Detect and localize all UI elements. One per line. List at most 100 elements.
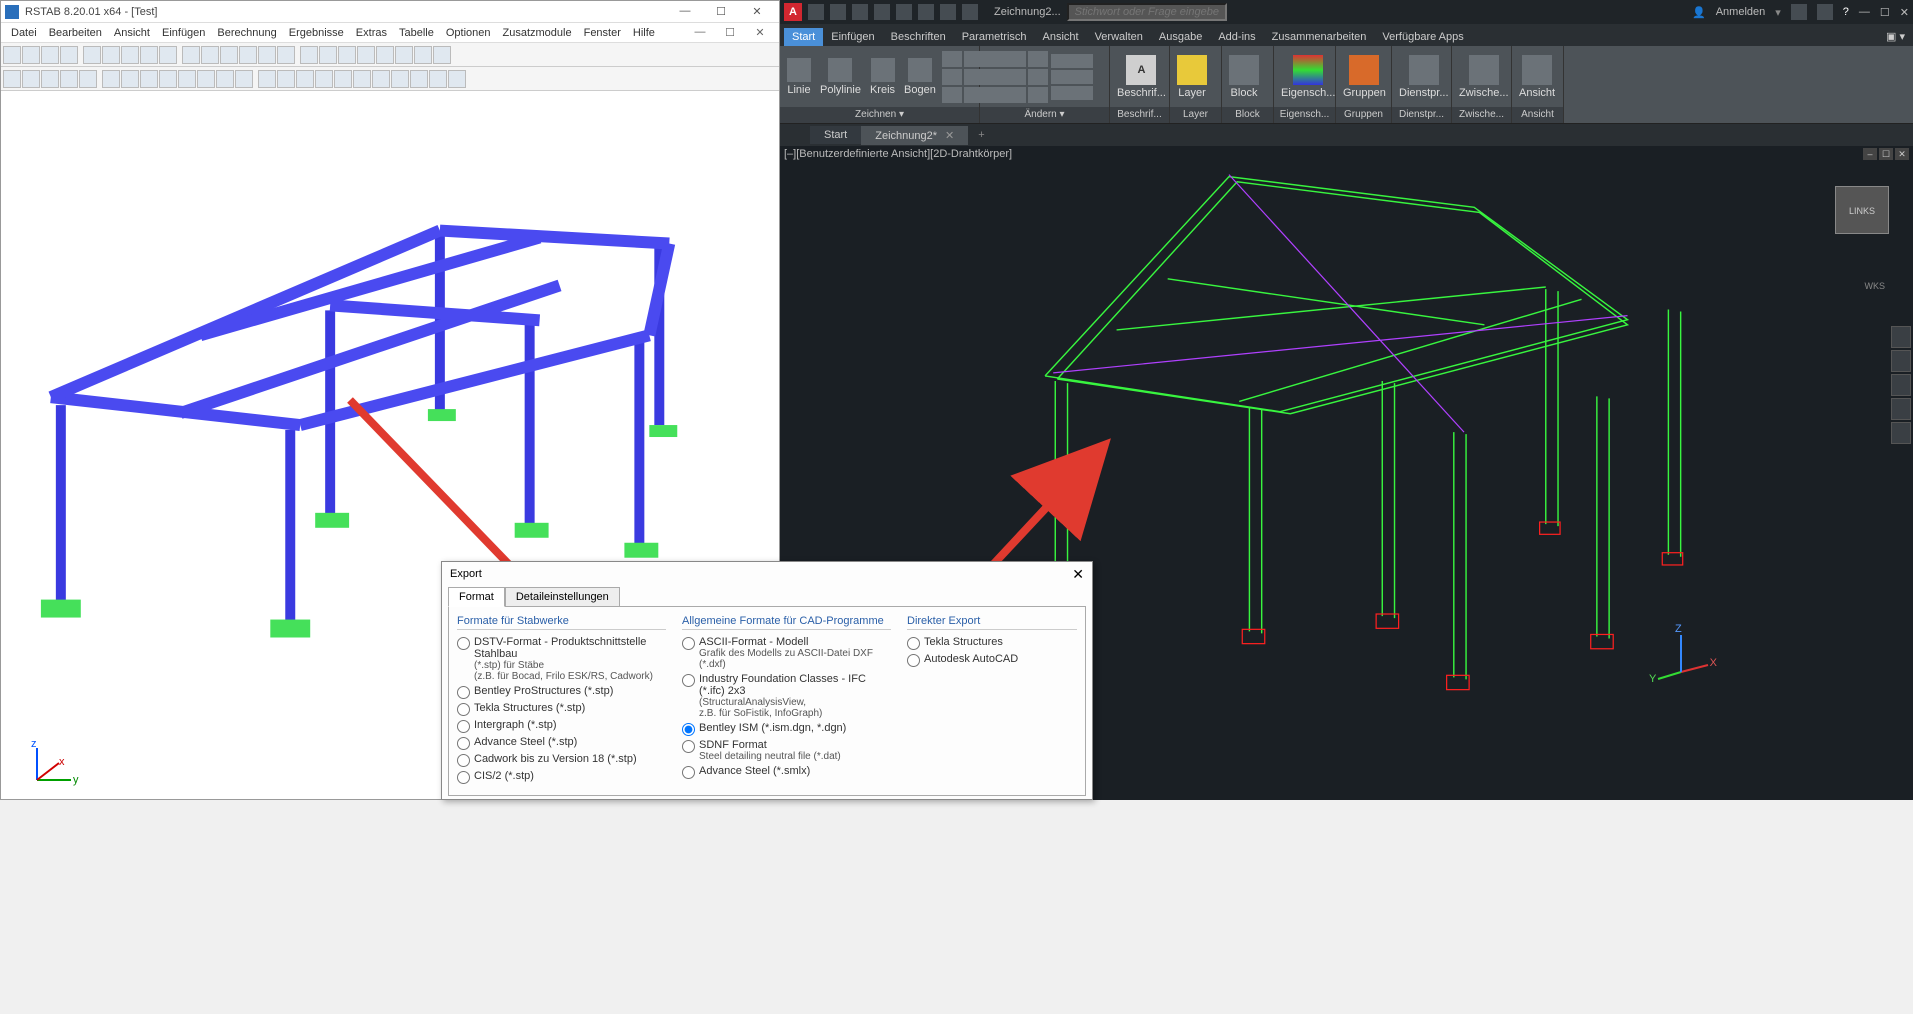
viewport-title[interactable]: [–][Benutzerdefinierte Ansicht][2D-Draht… (784, 148, 1012, 160)
tool-icon[interactable] (41, 46, 59, 64)
qat-icon[interactable] (874, 4, 890, 20)
btn-eigenschaften[interactable]: Eigensch... (1278, 55, 1338, 99)
panel-label[interactable]: Dienstpr... (1392, 107, 1451, 123)
panel-label[interactable]: Layer (1170, 107, 1221, 123)
qat-icon[interactable] (1817, 4, 1833, 20)
tool-icon[interactable] (216, 70, 234, 88)
filetab-start[interactable]: Start (810, 126, 861, 144)
filetab-zeichnung2[interactable]: Zeichnung2*✕ (861, 126, 968, 145)
autocad-logo-icon[interactable]: A (784, 3, 802, 21)
opt-cis2[interactable]: CIS/2 (*.stp) (457, 770, 666, 784)
btn-beschriften[interactable]: ABeschrif... (1114, 55, 1169, 99)
rstab-close[interactable]: ✕ (739, 5, 775, 18)
tool-icon[interactable] (296, 70, 314, 88)
ribtab-addins[interactable]: Add-ins (1210, 28, 1263, 46)
menu-zusatzmodule[interactable]: Zusatzmodule (497, 27, 578, 39)
radio-direct-tekla[interactable] (907, 637, 920, 650)
opt-tekla-stp[interactable]: Tekla Structures (*.stp) (457, 702, 666, 716)
ribtab-verwalten[interactable]: Verwalten (1087, 28, 1151, 46)
btn-layer[interactable]: Layer (1174, 55, 1210, 99)
tool-icon[interactable] (429, 70, 447, 88)
tool-icon[interactable] (201, 46, 219, 64)
ribtab-ansicht[interactable]: Ansicht (1035, 28, 1087, 46)
panel-label[interactable]: Beschrif... (1110, 107, 1169, 123)
tool-icon[interactable] (277, 70, 295, 88)
radio-tekla-stp[interactable] (457, 703, 470, 716)
opt-advance-steel-stp[interactable]: Advance Steel (*.stp) (457, 736, 666, 750)
panel-label[interactable]: Eigensch... (1274, 107, 1335, 123)
tool-icon[interactable] (102, 70, 120, 88)
radio-ifc[interactable] (682, 674, 695, 687)
radio-advance-steel[interactable] (457, 737, 470, 750)
qat-icon[interactable] (1791, 4, 1807, 20)
tool-icon[interactable] (376, 46, 394, 64)
vp-close[interactable]: ✕ (1895, 148, 1909, 160)
tool-icon[interactable] (334, 70, 352, 88)
tool-icon[interactable] (391, 70, 409, 88)
menu-einfuegen[interactable]: Einfügen (156, 27, 211, 39)
opt-direct-tekla[interactable]: Tekla Structures (907, 636, 1077, 650)
acad-help-search[interactable] (1067, 3, 1227, 21)
tool-icon[interactable] (22, 46, 40, 64)
radio-dstv[interactable] (457, 637, 470, 650)
tool-icon[interactable] (338, 46, 356, 64)
vp-min[interactable]: – (1863, 148, 1877, 160)
opt-direct-autocad[interactable]: Autodesk AutoCAD (907, 653, 1077, 667)
tool-icon[interactable] (300, 46, 318, 64)
btn-ansicht[interactable]: Ansicht (1516, 55, 1558, 99)
nav-pan-icon[interactable] (1891, 350, 1911, 372)
radio-intergraph[interactable] (457, 720, 470, 733)
tool-icon[interactable] (410, 70, 428, 88)
tool-icon[interactable] (372, 70, 390, 88)
qat-icon[interactable] (896, 4, 912, 20)
menu-bearbeiten[interactable]: Bearbeiten (43, 27, 108, 39)
rstab-mdi-min[interactable]: — (685, 26, 715, 39)
export-tab-details[interactable]: Detaileinstellungen (505, 587, 620, 607)
aendern-tool-icon[interactable] (1051, 70, 1093, 84)
nav-orbit-icon[interactable] (1891, 398, 1911, 420)
tool-icon[interactable] (121, 46, 139, 64)
aendern-tool-icon[interactable] (1051, 54, 1093, 68)
opt-ascii-dxf[interactable]: ASCII-Format - ModellGrafik des Modells … (682, 636, 891, 670)
radio-sdnf[interactable] (682, 740, 695, 753)
rstab-minimize[interactable]: — (667, 5, 703, 18)
opt-bentley-pro[interactable]: Bentley ProStructures (*.stp) (457, 685, 666, 699)
ribtab-apps[interactable]: Verfügbare Apps (1374, 28, 1471, 46)
ribtab-start[interactable]: Start (784, 28, 823, 46)
radio-ascii[interactable] (682, 637, 695, 650)
tool-icon[interactable] (258, 70, 276, 88)
menu-optionen[interactable]: Optionen (440, 27, 497, 39)
tool-icon[interactable] (433, 46, 451, 64)
qat-icon[interactable] (852, 4, 868, 20)
panel-label[interactable]: Gruppen (1336, 107, 1391, 123)
opt-dstv[interactable]: DSTV-Format - Produktschnittstelle Stahl… (457, 636, 666, 682)
acad-close[interactable]: ✕ (1900, 6, 1909, 19)
btn-polylinie[interactable]: Polylinie (817, 58, 864, 96)
tool-icon[interactable] (178, 70, 196, 88)
tool-icon[interactable] (319, 46, 337, 64)
ribtab-einfuegen[interactable]: Einfügen (823, 28, 882, 46)
export-close-button[interactable]: ✕ (1072, 566, 1084, 583)
rstab-titlebar[interactable]: RSTAB 8.20.01 x64 - [Test] — ☐ ✕ (1, 1, 779, 23)
tool-icon[interactable] (140, 70, 158, 88)
btn-gruppen[interactable]: Gruppen (1340, 55, 1389, 99)
panel-label[interactable]: Block (1222, 107, 1273, 123)
btn-zwischenablage[interactable]: Zwische... (1456, 55, 1512, 99)
rstab-maximize[interactable]: ☐ (703, 5, 739, 18)
menu-ansicht[interactable]: Ansicht (108, 27, 156, 39)
ribtab-zusammenarbeiten[interactable]: Zusammenarbeiten (1264, 28, 1375, 46)
btn-dienstprogramme[interactable]: Dienstpr... (1396, 55, 1452, 99)
tool-icon[interactable] (121, 70, 139, 88)
acad-min[interactable]: — (1859, 6, 1870, 18)
radio-advance-smlx[interactable] (682, 766, 695, 779)
tool-icon[interactable] (395, 46, 413, 64)
tool-icon[interactable] (197, 70, 215, 88)
btn-bogen[interactable]: Bogen (901, 58, 939, 96)
rstab-mdi-max[interactable]: ☐ (715, 26, 745, 39)
opt-cadwork[interactable]: Cadwork bis zu Version 18 (*.stp) (457, 753, 666, 767)
ribtab-beschriften[interactable]: Beschriften (883, 28, 954, 46)
vp-max[interactable]: ☐ (1879, 148, 1893, 160)
tool-icon[interactable] (41, 70, 59, 88)
tool-icon[interactable] (60, 46, 78, 64)
ribtab-parametrisch[interactable]: Parametrisch (954, 28, 1035, 46)
